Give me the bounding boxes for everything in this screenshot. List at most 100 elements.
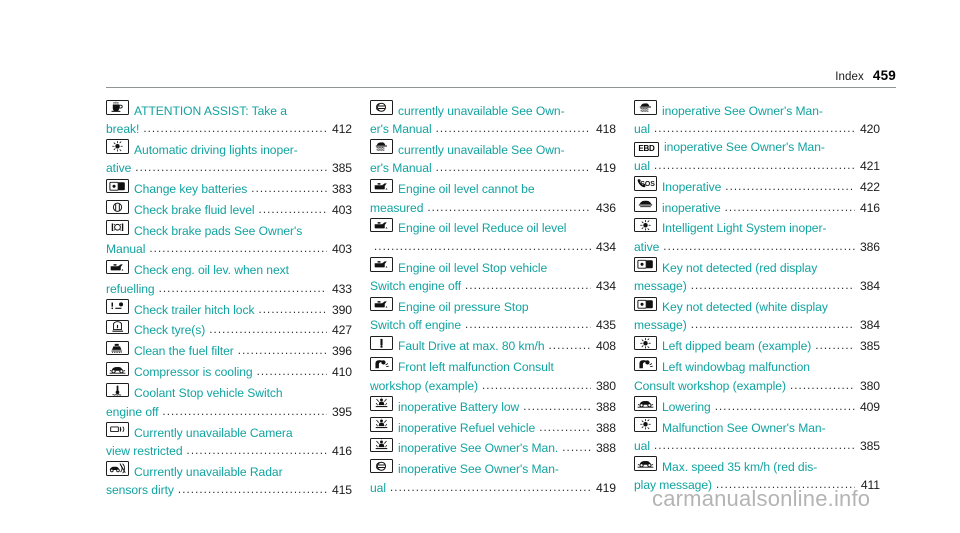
index-entry[interactable]: Malfunction See Owner's Man-............… [634,417,880,456]
belt-tensioner-icon [370,437,393,453]
leader-dots: ........................................… [177,484,327,497]
leader-dots: ........................................… [654,122,855,135]
leader-dots: ........................................… [714,400,855,413]
index-entry-page-number: 416 [859,200,880,215]
index-entry-text: ual [634,121,650,136]
index-entry-line-first: inoperative.............................… [634,197,880,218]
index-entry-line-cont: Manual..................................… [106,241,352,259]
leader-dots: ........................................… [725,180,855,193]
index-entry-page-number: 422 [859,179,880,194]
index-entry-page-number: 436 [595,200,616,215]
index-entry[interactable]: Automatic driving lights inoper-........… [106,139,352,178]
index-entry[interactable]: Key not detected (white display.........… [634,296,880,336]
index-entry-line-cont: ual.....................................… [634,158,880,176]
index-entry-text: inoperative [662,200,721,215]
index-entry[interactable]: Engine oil level Stop vehicle...........… [370,257,616,296]
index-entry-line-first: Left windowbag malfunction..............… [634,356,880,378]
index-entry[interactable]: inoperative See Owner's Man-............… [634,100,880,139]
leader-dots: ........................................… [562,442,591,455]
index-entry[interactable]: Compressor is cooling...................… [106,361,352,383]
index-entry[interactable]: Engine oil pressure Stop................… [370,296,616,336]
sos-icon: SOS [634,176,657,191]
index-entry-text: ual [634,158,650,173]
index-entry-line-first: Check brake fluid level.................… [106,199,352,221]
index-entry-line-cont: ative...................................… [106,160,352,178]
index-entry-page-number: 410 [331,365,352,380]
index-entry-line-first: SOS Inoperative..........................… [634,176,880,197]
index-entry-text: Switch engine off [370,279,462,294]
index-entry-text: Compressor is cooling [134,365,253,380]
index-entry[interactable]: ATTENTION ASSIST: Take a................… [106,100,352,139]
index-entry[interactable]: Coolant Stop vehicle Switch.............… [106,382,352,422]
index-entry-text: inoperative Battery low [398,399,520,414]
index-entry[interactable]: Key not detected (red display...........… [634,257,880,296]
index-entry-text: Check trailer hitch lock [134,302,255,317]
index-entry[interactable]: Front left malfunction Consult..........… [370,356,616,396]
index-entry-line-first: Currently unavailable Camera............… [106,422,352,443]
leader-dots: ........................................… [135,162,327,175]
index-entry[interactable]: inoperative Refuel vehicle..............… [370,417,616,438]
index-entry-text: Check tyre(s) [134,323,206,338]
index-entry[interactable]: SOS Inoperative..........................… [634,176,880,197]
index-entry-text: message) [634,318,687,333]
index-entry[interactable]: Fault Drive at max. 80 km/h.............… [370,335,616,357]
index-entry-line-first: inoperative See Owner's Man.............… [370,437,616,459]
index-entry-text: Manual [106,242,146,257]
index-entry-line-first: Key not detected (red display...........… [634,257,880,278]
index-entry-text: Engine oil level Reduce oil level [398,221,567,236]
belt-tensioner-icon [370,396,393,411]
index-entry-page-number: 403 [331,203,352,218]
index-entry[interactable]: Intelligent Light System inoper-........… [634,217,880,257]
index-entry[interactable]: Lowering................................… [634,396,880,417]
index-entry-page-number: 403 [331,242,352,257]
index-entry-text: inoperative See Owner's Man- [398,462,559,477]
index-entry[interactable]: Check brake pads See Owner's............… [106,220,352,259]
index-entry-line-cont: workshop (example)......................… [370,378,616,396]
index-entry[interactable]: Engine oil level cannot be..............… [370,178,616,218]
index-entry-line-first: Intelligent Light System inoper-........… [634,217,880,239]
leader-dots: ........................................… [465,319,591,332]
page-header: Index 459 [106,68,896,90]
index-entry-page-number: 419 [595,480,616,495]
leader-dots: ........................................… [158,282,327,295]
leader-dots: ........................................… [258,204,327,217]
index-column-2: currently unavailable See Own-..........… [370,100,634,501]
index-entry[interactable]: Currently unavailable Radar.............… [106,461,352,500]
leader-dots: ........................................… [724,201,855,214]
index-entry[interactable]: currently unavailable See Own-..........… [370,139,616,178]
index-entry[interactable]: Check eng. oil lev. when next...........… [106,259,352,299]
index-entry[interactable]: Clean the fuel filter...................… [106,340,352,362]
index-entry-text: message) [634,279,687,294]
leader-dots: ........................................… [690,319,855,332]
index-entry-line-first: Compressor is cooling...................… [106,361,352,383]
index-entry[interactable]: inoperative See Owner's Man-............… [370,458,616,498]
index-entry-text: Front left malfunction Consult [398,360,554,375]
index-entry-line-first: Front left malfunction Consult..........… [370,356,616,378]
engine-oil-can-icon [370,178,393,194]
fault-indicator-icon [370,335,393,351]
index-entry-text: measured [370,200,424,215]
index-entry[interactable]: Check brake fluid level.................… [106,199,352,221]
index-entry[interactable]: Change key batteries....................… [106,178,352,200]
leader-dots: ........................................… [690,280,855,293]
index-entry[interactable]: EBD inoperative See Owner's Man-.........… [634,139,880,176]
index-entry-line-first: Check tyre(s)...........................… [106,319,352,341]
index-entry[interactable]: inoperative Battery low.................… [370,396,616,417]
belt-tensioner-icon [370,417,393,432]
index-entry[interactable]: inoperative.............................… [634,197,880,218]
index-entry[interactable]: Check tyre(s)...........................… [106,319,352,341]
index-entry[interactable]: Left dipped beam (example)..............… [634,335,880,357]
index-entry-page-number: 408 [595,339,616,354]
index-entry[interactable]: Engine oil level Reduce oil level.......… [370,217,616,257]
index-entry-line-first: Currently unavailable Radar.............… [106,461,352,482]
index-entry-page-number: 412 [331,121,352,136]
index-entry[interactable]: Check trailer hitch lock................… [106,299,352,320]
leader-dots: ........................................… [209,324,327,337]
index-entry[interactable]: inoperative See Owner's Man.............… [370,437,616,459]
airbag-icon [634,356,657,372]
index-entry[interactable]: Left windowbag malfunction..............… [634,356,880,396]
index-entry-text: ATTENTION ASSIST: Take a [134,103,287,118]
index-entry[interactable]: currently unavailable See Own-..........… [370,100,616,139]
index-entry[interactable]: Currently unavailable Camera............… [106,422,352,461]
index-entry-text: Coolant Stop vehicle Switch [134,386,283,401]
